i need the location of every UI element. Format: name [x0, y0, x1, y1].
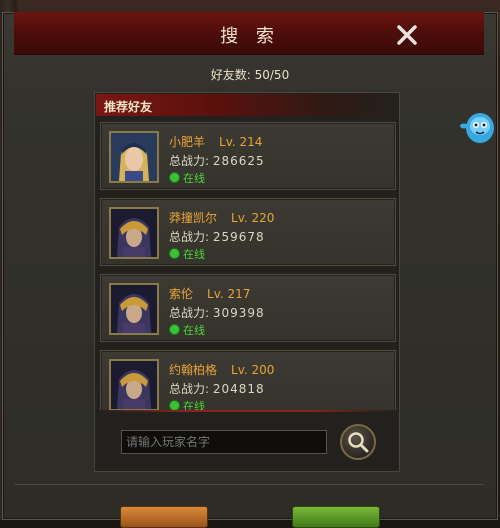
- avatar: [109, 359, 159, 410]
- add-all-button[interactable]: [292, 506, 380, 528]
- friend-name: 索伦: [169, 287, 194, 301]
- friend-power-line: 总战力: 286625: [169, 152, 265, 169]
- close-icon: [397, 25, 417, 45]
- friend-card[interactable]: 莽撞凯尔 Lv. 220 总战力: 259678 在线: [100, 198, 396, 266]
- friend-level: Lv. 217: [207, 287, 251, 301]
- power-value: 204818: [212, 382, 265, 396]
- status-line: 在线: [169, 322, 205, 338]
- online-status: 在线: [183, 172, 205, 185]
- power-label: 总战力:: [169, 154, 210, 168]
- friend-level: Lv. 200: [231, 363, 275, 377]
- refresh-button[interactable]: [120, 506, 208, 528]
- friend-name: 莽撞凯尔: [169, 211, 218, 225]
- avatar: [109, 283, 159, 335]
- power-value: 286625: [212, 154, 265, 168]
- friend-count: 好友数: 50/50: [210, 68, 290, 82]
- friend-card[interactable]: 索伦 Lv. 217 总战力: 309398 在线: [100, 274, 396, 342]
- friend-name-line: 小肥羊 Lv. 214: [169, 133, 262, 150]
- friend-power-line: 总战力: 204818: [169, 380, 265, 397]
- online-dot-icon: [169, 248, 180, 259]
- player-name-input[interactable]: [121, 430, 327, 454]
- power-label: 总战力:: [169, 230, 210, 244]
- status-line: 在线: [169, 246, 205, 262]
- friend-name-line: 约翰柏格 Lv. 200: [169, 361, 274, 378]
- power-label: 总战力:: [169, 382, 210, 396]
- friend-list[interactable]: 小肥羊 Lv. 214 总战力: 286625 在线 莽撞凯尔 Lv. 220 总战…: [96, 118, 398, 410]
- friend-name: 小肥羊: [169, 135, 206, 149]
- power-value: 259678: [212, 230, 265, 244]
- hero-portrait-icon: [111, 133, 157, 181]
- dialog-title: 搜 索: [220, 26, 280, 47]
- search-icon: [348, 432, 369, 453]
- power-value: 309398: [212, 306, 265, 320]
- footer-divider: [14, 484, 484, 485]
- friend-level: Lv. 214: [219, 135, 263, 149]
- status-line: 在线: [169, 398, 205, 410]
- friend-name-line: 索伦 Lv. 217: [169, 285, 250, 302]
- divider: [96, 410, 398, 412]
- hero-portrait-icon: [111, 361, 157, 409]
- power-label: 总战力:: [169, 306, 210, 320]
- avatar: [109, 207, 159, 259]
- online-dot-icon: [169, 172, 180, 183]
- hero-portrait-icon: [111, 209, 157, 257]
- online-dot-icon: [169, 324, 180, 335]
- online-status: 在线: [183, 400, 205, 410]
- status-line: 在线: [169, 170, 205, 186]
- online-dot-icon: [169, 400, 180, 410]
- friend-card[interactable]: 小肥羊 Lv. 214 总战力: 286625 在线: [100, 122, 396, 190]
- avatar: [109, 131, 159, 183]
- friend-card[interactable]: 约翰柏格 Lv. 200 总战力: 204818 在线: [100, 350, 396, 410]
- friend-power-line: 总战力: 259678: [169, 228, 265, 245]
- hero-portrait-icon: [111, 285, 157, 333]
- mascot-icon[interactable]: [458, 108, 500, 148]
- friend-name-line: 莽撞凯尔 Lv. 220: [169, 209, 274, 226]
- search-button[interactable]: [340, 424, 376, 460]
- friend-level: Lv. 220: [231, 211, 275, 225]
- close-button[interactable]: [392, 20, 422, 50]
- online-status: 在线: [183, 324, 205, 337]
- online-status: 在线: [183, 248, 205, 261]
- friend-name: 约翰柏格: [169, 363, 218, 377]
- panel-header: 推荐好友: [104, 100, 153, 114]
- friend-power-line: 总战力: 309398: [169, 304, 265, 321]
